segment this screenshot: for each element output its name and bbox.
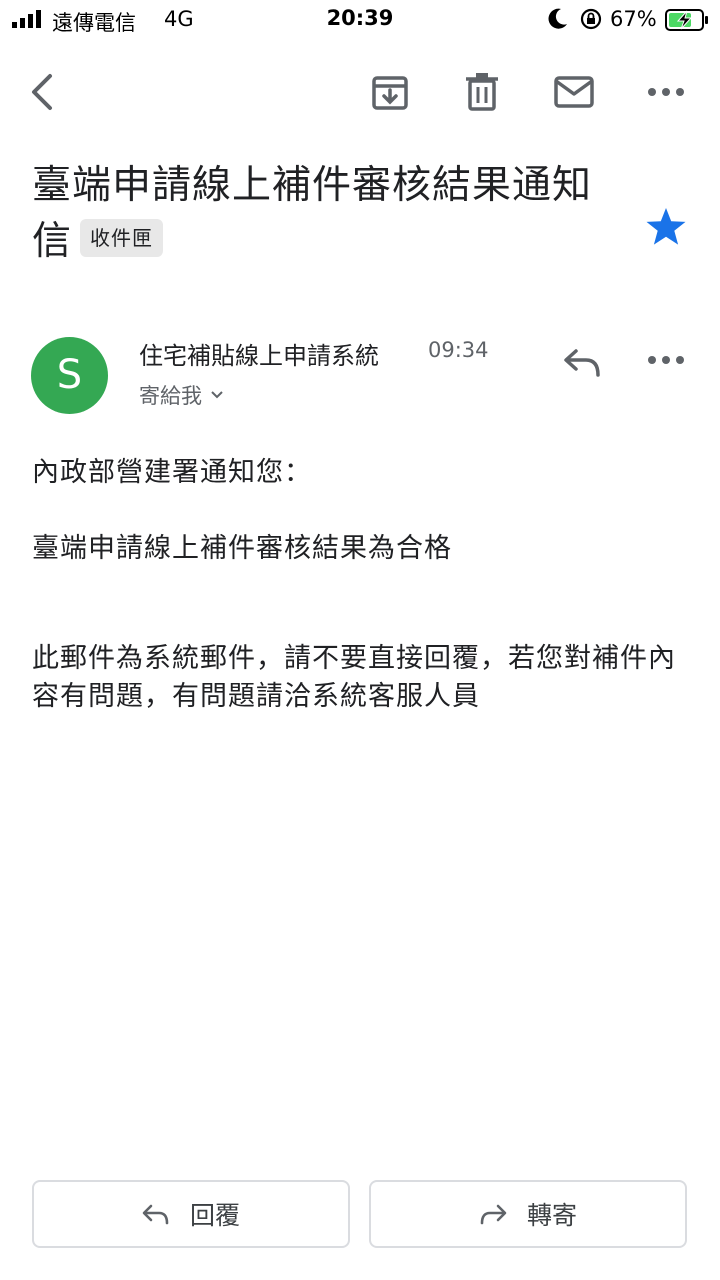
forward-arrow-icon [480, 1204, 507, 1225]
body-result: 臺端申請線上補件審核結果為合格 [32, 533, 452, 564]
reply-button[interactable]: 回覆 [32, 1180, 350, 1248]
recipient-text: 寄給我 [139, 384, 202, 408]
reply-label: 回覆 [189, 1201, 240, 1230]
message-more-icon[interactable] [646, 348, 686, 372]
sent-time: 09:34 [428, 338, 489, 362]
status-bar: 遠傳電信 4G 20:39 67% [0, 0, 720, 40]
battery-percent: 67% [610, 7, 657, 31]
battery-charging-icon [665, 9, 708, 31]
inbox-label-chip[interactable]: 收件匣 [80, 218, 164, 257]
mark-unread-icon[interactable] [553, 74, 595, 110]
body-greeting: 內政部營建署通知您： [32, 457, 312, 488]
recipient-details-toggle[interactable]: 寄給我 [139, 380, 224, 410]
chevron-down-icon [211, 391, 223, 399]
archive-icon[interactable] [370, 72, 410, 112]
do-not-disturb-icon [548, 8, 567, 29]
sender-name: 住宅補貼線上申請系統 [139, 342, 379, 370]
star-icon[interactable] [645, 206, 687, 248]
back-icon[interactable] [26, 70, 60, 114]
forward-button[interactable]: 轉寄 [369, 1180, 687, 1248]
body-notice: 此郵件為系統郵件，請不要直接回覆，若您對補件內容有問題，有問題請洽系統客服人員 [32, 643, 676, 712]
more-icon[interactable] [646, 80, 686, 104]
reply-icon[interactable] [562, 345, 602, 377]
email-subject: 臺端申請線上補件審核結果通知信 收件匣 [32, 158, 622, 270]
sender-avatar[interactable]: S [31, 337, 108, 414]
delete-icon[interactable] [464, 72, 500, 112]
rotation-lock-icon [580, 8, 602, 30]
forward-label: 轉寄 [526, 1201, 577, 1230]
reply-arrow-icon [142, 1204, 169, 1225]
